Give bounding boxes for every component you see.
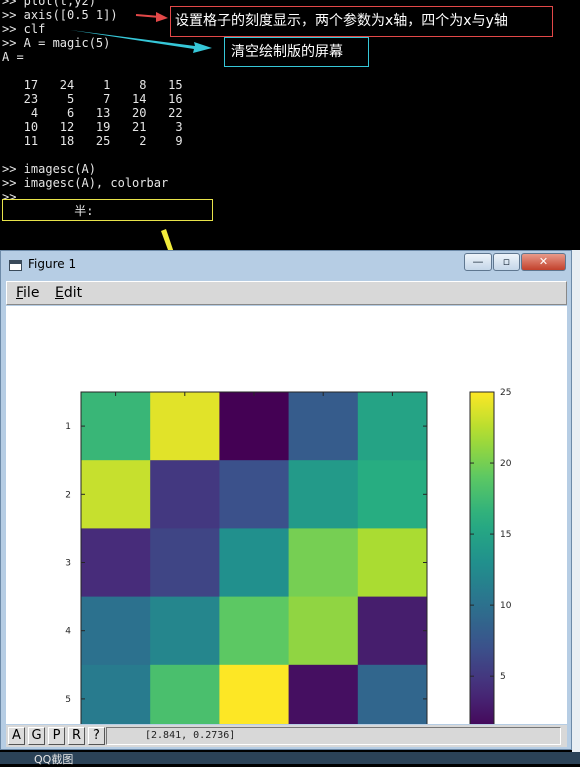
heatmap-cell	[288, 392, 359, 461]
desktop-background	[572, 250, 580, 752]
menu-edit[interactable]: Edit	[55, 285, 82, 301]
maximize-button[interactable]: ▫	[493, 253, 520, 271]
status-bar: A G P R ? [2.841, 0.2736]	[6, 725, 567, 747]
colorbar-tick-label: 5	[500, 672, 506, 682]
heatmap-cell	[219, 528, 290, 598]
heatmap-cell	[357, 664, 428, 734]
colorbar-tick-label: 15	[500, 530, 511, 540]
heatmap-cell	[150, 528, 220, 598]
cyan-arrow	[70, 30, 212, 53]
status-button-a[interactable]: A	[8, 727, 25, 745]
heatmap-cell	[219, 392, 290, 461]
menu-file-accel: F	[16, 285, 24, 301]
plot-canvas[interactable]: 1234512345510152025	[6, 306, 567, 751]
y-tick-label: 1	[65, 422, 71, 432]
heatmap-cell	[81, 460, 151, 529]
minimize-button[interactable]: —	[464, 253, 492, 271]
window-titlebar[interactable]: Figure 1 — ▫ ✕	[1, 251, 571, 279]
close-button[interactable]: ✕	[521, 253, 566, 271]
heatmap-chart: 1234512345510152025	[65, 388, 512, 751]
window-title: Figure 1	[28, 257, 77, 271]
menu-bar: File Edit	[6, 281, 567, 305]
colorbar-tick-label: 10	[500, 601, 512, 611]
heatmap-cell	[150, 596, 220, 666]
heatmap-cell	[288, 596, 359, 666]
figure-window[interactable]: Figure 1 — ▫ ✕ File Edit 123451234551015…	[0, 250, 572, 751]
heatmap-cell	[357, 596, 428, 666]
taskbar: QQ截图	[0, 751, 580, 767]
heatmap-cell	[219, 664, 290, 734]
heatmap-cell	[150, 460, 220, 529]
y-tick-label: 3	[65, 559, 71, 569]
status-button-r[interactable]: R	[68, 727, 85, 745]
menu-file-rest: ile	[23, 285, 40, 301]
cursor-coordinates: [2.841, 0.2736]	[106, 727, 561, 745]
menu-edit-accel: E	[55, 285, 64, 301]
status-button-p[interactable]: P	[48, 727, 65, 745]
heatmap-cell	[81, 528, 151, 598]
menu-edit-rest: dit	[63, 285, 83, 301]
heatmap-cell	[288, 664, 359, 734]
window-icon	[9, 260, 22, 271]
heatmap-cell	[357, 392, 428, 461]
colorbar-tick-label: 25	[500, 388, 511, 398]
heatmap-cell	[288, 528, 359, 598]
annotation-arrows	[70, 12, 212, 250]
command-window[interactable]: >> plot(t,y2) >> axis([0.5 1]) >> clf >> A …	[0, 0, 580, 250]
colorbar	[469, 391, 495, 734]
y-tick-label: 5	[65, 695, 71, 705]
heatmap-cell	[81, 596, 151, 666]
status-button-g[interactable]: G	[28, 727, 45, 745]
taskbar-item-label[interactable]: QQ截图	[34, 751, 73, 767]
heatmap-cell	[357, 460, 428, 529]
red-arrow	[135, 12, 168, 22]
heatmap-cell	[288, 460, 359, 529]
heatmap-cell	[150, 664, 220, 734]
heatmap-cell	[219, 596, 290, 666]
colorbar-tick-label: 20	[500, 459, 512, 469]
y-tick-label: 2	[65, 490, 71, 500]
y-tick-label: 4	[65, 627, 71, 637]
yellow-arrow	[161, 229, 174, 250]
heatmap-cell	[219, 460, 290, 529]
heatmap-cell	[150, 392, 220, 461]
menu-file[interactable]: File	[16, 285, 39, 301]
heatmap-cell	[81, 664, 151, 734]
status-button-help[interactable]: ?	[88, 727, 105, 745]
heatmap-cell	[357, 528, 428, 598]
heatmap-cell	[81, 392, 151, 461]
